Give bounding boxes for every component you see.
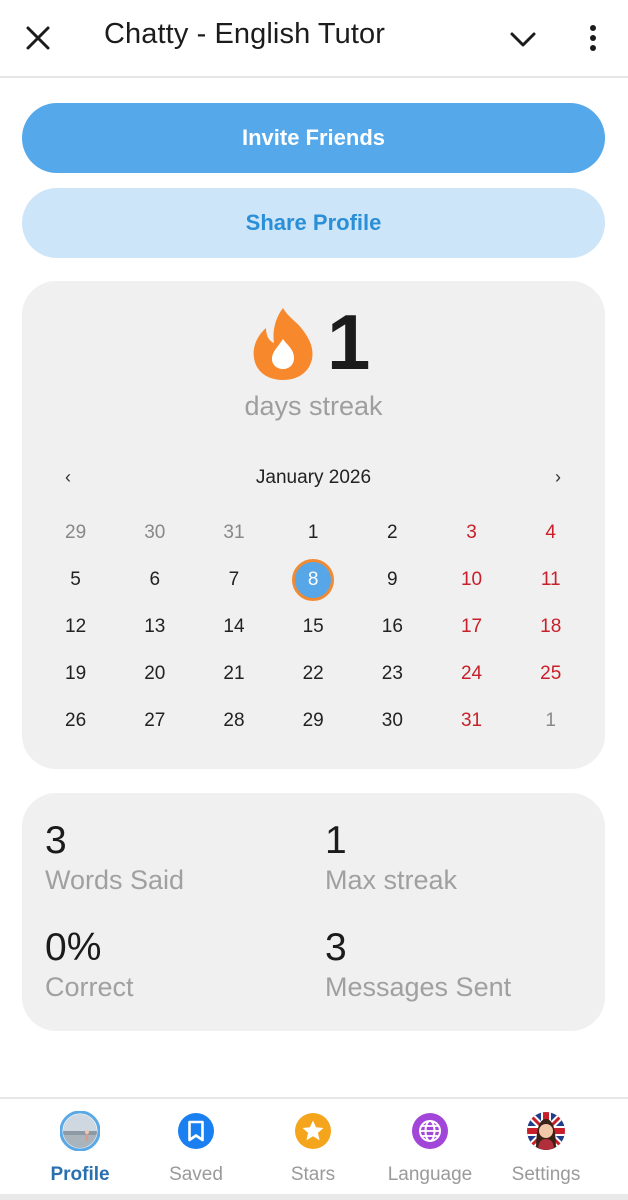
nav-label: Stars bbox=[290, 1164, 336, 1185]
calendar-day[interactable]: 28 bbox=[194, 697, 273, 744]
stat-label: Words Said bbox=[45, 865, 185, 895]
calendar-day[interactable]: 12 bbox=[36, 603, 115, 650]
bottom-navigation: Profile Saved Stars Language Settings bbox=[0, 1097, 628, 1200]
stat-value: 0% bbox=[45, 926, 102, 969]
calendar-grid: 29 30 31 1 2 3 4 5 6 7 8 9 10 11 12 13 1… bbox=[36, 509, 591, 744]
calendar-day[interactable]: 5 bbox=[36, 556, 115, 603]
calendar-day[interactable]: 31 bbox=[194, 509, 273, 556]
calendar-day[interactable]: 9 bbox=[353, 556, 432, 603]
calendar-day[interactable]: 1 bbox=[274, 509, 353, 556]
nav-item-settings[interactable]: Settings bbox=[486, 1099, 606, 1199]
nav-label: Settings bbox=[511, 1164, 581, 1185]
streak-label: days streak bbox=[244, 391, 383, 421]
calendar-day[interactable]: 7 bbox=[194, 556, 273, 603]
bookmark-icon bbox=[178, 1113, 214, 1149]
invite-friends-button[interactable]: Invite Friends bbox=[22, 103, 605, 173]
calendar-week: 19 20 21 22 23 24 25 bbox=[36, 650, 591, 697]
calendar-day[interactable]: 13 bbox=[115, 603, 194, 650]
calendar-day[interactable]: 4 bbox=[511, 509, 590, 556]
calendar-day[interactable]: 11 bbox=[511, 556, 590, 603]
calendar-day[interactable]: 10 bbox=[432, 556, 511, 603]
nav-item-language[interactable]: Language bbox=[370, 1099, 490, 1199]
nav-label: Language bbox=[387, 1164, 473, 1185]
profile-avatar-icon bbox=[60, 1111, 100, 1151]
app-header: Chatty - English Tutor bbox=[0, 0, 628, 78]
nav-item-stars[interactable]: Stars bbox=[253, 1099, 373, 1199]
globe-icon bbox=[412, 1113, 448, 1149]
more-vert-icon[interactable] bbox=[582, 22, 604, 54]
calendar-week: 12 13 14 15 16 17 18 bbox=[36, 603, 591, 650]
calendar-day[interactable]: 26 bbox=[36, 697, 115, 744]
calendar-week: 5 6 7 8 9 10 11 bbox=[36, 556, 591, 603]
stat-label: Messages Sent bbox=[325, 972, 512, 1002]
nav-item-profile[interactable]: Profile bbox=[20, 1099, 140, 1199]
stat-label: Correct bbox=[45, 972, 134, 1002]
calendar-day[interactable]: 27 bbox=[115, 697, 194, 744]
calendar-day[interactable]: 30 bbox=[353, 697, 432, 744]
calendar-day[interactable]: 16 bbox=[353, 603, 432, 650]
stat-value: 3 bbox=[45, 819, 67, 862]
calendar-day[interactable]: 19 bbox=[36, 650, 115, 697]
stat-value: 3 bbox=[325, 926, 347, 969]
stats-card: 3 Words Said 1 Max streak 0% Correct 3 M… bbox=[22, 793, 605, 1031]
calendar-next-button[interactable]: › bbox=[548, 467, 568, 488]
chevron-down-icon[interactable] bbox=[508, 26, 538, 52]
streak-card: 1 days streak ‹ January 2026 › 29 30 31 … bbox=[22, 281, 605, 769]
calendar-week: 26 27 28 29 30 31 1 bbox=[36, 697, 591, 744]
calendar-day[interactable]: 3 bbox=[432, 509, 511, 556]
calendar-day[interactable]: 23 bbox=[353, 650, 432, 697]
calendar-day[interactable]: 31 bbox=[432, 697, 511, 744]
stat-words-said: 3 Words Said bbox=[45, 819, 184, 896]
calendar-day[interactable]: 6 bbox=[115, 556, 194, 603]
calendar-day[interactable]: 2 bbox=[353, 509, 432, 556]
calendar-day[interactable]: 29 bbox=[274, 697, 353, 744]
share-profile-button[interactable]: Share Profile bbox=[22, 188, 605, 258]
close-icon[interactable] bbox=[22, 22, 54, 54]
nav-item-saved[interactable]: Saved bbox=[136, 1099, 256, 1199]
selected-day-label: 8 bbox=[292, 558, 335, 601]
calendar-day[interactable]: 18 bbox=[511, 603, 590, 650]
calendar-day[interactable]: 15 bbox=[274, 603, 353, 650]
streak-count: 1 bbox=[327, 298, 371, 386]
calendar-day[interactable]: 30 bbox=[115, 509, 194, 556]
stat-messages-sent: 3 Messages Sent bbox=[325, 926, 511, 1003]
calendar-day[interactable]: 24 bbox=[432, 650, 511, 697]
gesture-bar bbox=[0, 1194, 628, 1200]
calendar-day-selected[interactable]: 8 bbox=[274, 556, 353, 603]
nav-label: Saved bbox=[169, 1164, 223, 1185]
calendar-day[interactable]: 20 bbox=[115, 650, 194, 697]
app-title: Chatty - English Tutor bbox=[104, 18, 386, 50]
settings-avatar-icon bbox=[527, 1112, 565, 1150]
calendar-day[interactable]: 25 bbox=[511, 650, 590, 697]
nav-label: Profile bbox=[50, 1164, 110, 1185]
calendar-day[interactable]: 29 bbox=[36, 509, 115, 556]
stat-max-streak: 1 Max streak bbox=[325, 819, 457, 896]
calendar-day[interactable]: 1 bbox=[511, 697, 590, 744]
calendar-month-title: January 2026 bbox=[255, 467, 372, 488]
stat-correct: 0% Correct bbox=[45, 926, 134, 1003]
stat-value: 1 bbox=[325, 819, 347, 862]
star-icon bbox=[295, 1113, 331, 1149]
calendar-week: 29 30 31 1 2 3 4 bbox=[36, 509, 591, 556]
calendar-day[interactable]: 21 bbox=[194, 650, 273, 697]
calendar-day[interactable]: 22 bbox=[274, 650, 353, 697]
flame-icon bbox=[253, 308, 313, 380]
calendar-day[interactable]: 14 bbox=[194, 603, 273, 650]
calendar-day[interactable]: 17 bbox=[432, 603, 511, 650]
stat-label: Max streak bbox=[325, 865, 458, 895]
